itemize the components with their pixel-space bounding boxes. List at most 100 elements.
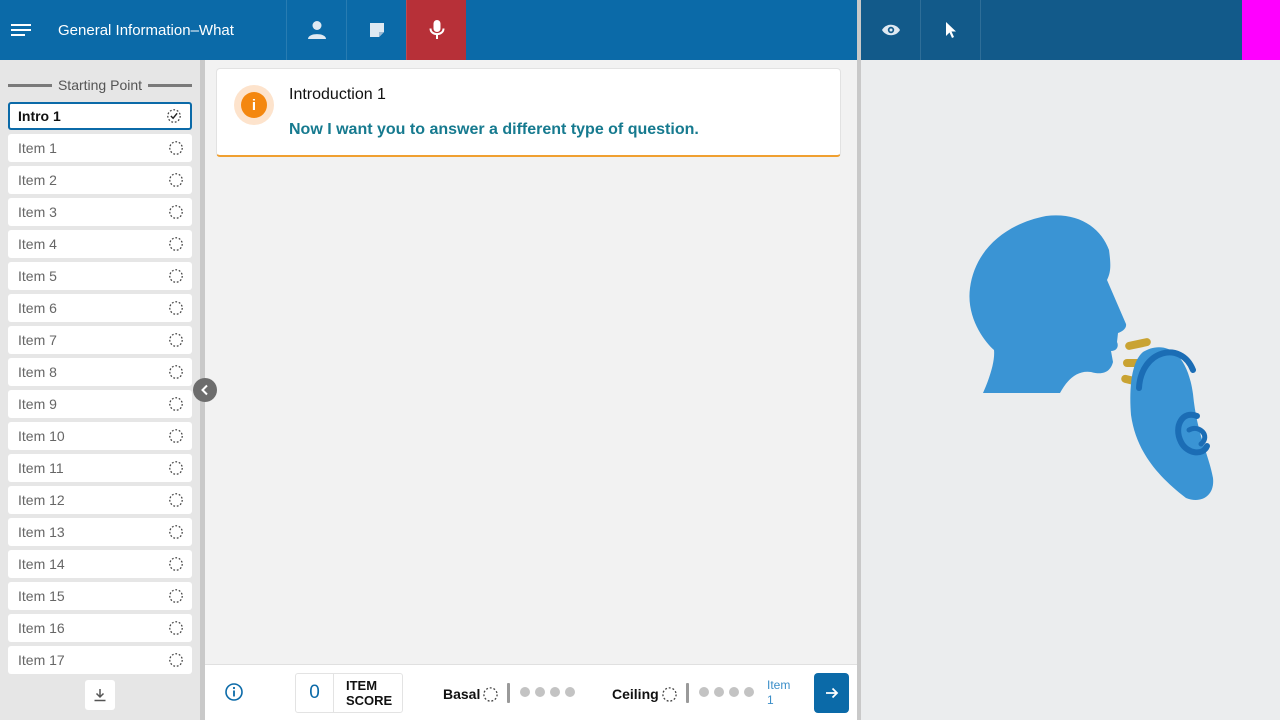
magenta-marker bbox=[1242, 0, 1280, 60]
dashed-circle-icon bbox=[169, 205, 183, 219]
ceiling-label: Ceiling bbox=[612, 686, 659, 702]
examinee-panel bbox=[861, 60, 1280, 720]
info-badge: i bbox=[234, 85, 274, 125]
notes-button[interactable] bbox=[346, 0, 406, 60]
ceiling-dot bbox=[714, 687, 724, 697]
dashed-circle-icon bbox=[169, 141, 183, 155]
menu-button[interactable] bbox=[0, 0, 44, 60]
section-label: Starting Point bbox=[57, 77, 143, 93]
sidebar-item[interactable]: Intro 1 bbox=[8, 102, 192, 130]
score-label-line1: ITEM bbox=[346, 678, 378, 693]
speaking-listening-illustration bbox=[969, 215, 1214, 500]
sidebar-item-label: Item 9 bbox=[18, 396, 57, 412]
dashed-circle-icon bbox=[169, 621, 183, 635]
dashed-circle-icon bbox=[169, 653, 183, 667]
ceiling-separator bbox=[686, 683, 689, 703]
ceiling-dot bbox=[729, 687, 739, 697]
head-icon bbox=[969, 215, 1127, 393]
bottom-bar: 0 ITEM SCORE Basal Ceiling Item 1 bbox=[205, 664, 857, 720]
sidebar-item[interactable]: Item 9 bbox=[8, 390, 192, 418]
dashed-circle-icon bbox=[169, 397, 183, 411]
basal-dot bbox=[535, 687, 545, 697]
dashed-circle-icon bbox=[483, 687, 498, 702]
next-item-label-line2: 1 bbox=[767, 693, 774, 707]
hamburger-icon bbox=[11, 24, 31, 36]
next-button[interactable] bbox=[814, 673, 849, 713]
record-button[interactable] bbox=[406, 0, 466, 60]
chevron-left-icon bbox=[201, 384, 208, 396]
sidebar-item-label: Item 6 bbox=[18, 300, 57, 316]
download-icon bbox=[94, 689, 106, 702]
score-label-line2: SCORE bbox=[346, 693, 393, 708]
dashed-circle-icon bbox=[169, 557, 183, 571]
sidebar-item-label: Item 4 bbox=[18, 236, 57, 252]
sidebar-item[interactable]: Item 5 bbox=[8, 262, 192, 290]
sidebar-item[interactable]: Item 2 bbox=[8, 166, 192, 194]
sidebar-item-label: Item 5 bbox=[18, 268, 57, 284]
download-button[interactable] bbox=[85, 680, 115, 710]
dashed-circle-icon bbox=[169, 365, 183, 379]
basal-dot bbox=[520, 687, 530, 697]
sidebar-item[interactable]: Item 6 bbox=[8, 294, 192, 322]
sidebar-item-label: Item 8 bbox=[18, 364, 57, 380]
sidebar-item[interactable]: Item 4 bbox=[8, 230, 192, 258]
sidebar-item[interactable]: Item 10 bbox=[8, 422, 192, 450]
pointer-button[interactable] bbox=[921, 0, 981, 60]
sidebar-item-label: Item 11 bbox=[18, 460, 64, 476]
collapse-sidebar-button[interactable] bbox=[193, 378, 217, 402]
dashed-circle-icon bbox=[169, 429, 183, 443]
card-title: Introduction 1 bbox=[289, 86, 386, 103]
basal-dot bbox=[550, 687, 560, 697]
dashed-circle-icon bbox=[169, 301, 183, 315]
item-score-label: ITEM SCORE bbox=[334, 678, 394, 708]
sidebar-item-label: Item 10 bbox=[18, 428, 65, 444]
divider-line bbox=[148, 83, 192, 87]
sidebar-item[interactable]: Item 3 bbox=[8, 198, 192, 226]
item-score-value: 0 bbox=[296, 674, 334, 712]
sidebar-item[interactable]: Item 14 bbox=[8, 550, 192, 578]
dashed-circle-icon bbox=[662, 687, 677, 702]
info-icon: i bbox=[241, 92, 267, 118]
arrow-right-icon bbox=[825, 687, 838, 699]
sidebar-item[interactable]: Item 7 bbox=[8, 326, 192, 354]
instruction-card: i Introduction 1 Now I want you to answe… bbox=[216, 68, 841, 157]
sidebar-item-label: Item 17 bbox=[18, 652, 65, 668]
basal-dots bbox=[520, 687, 575, 697]
dashed-circle-icon bbox=[169, 333, 183, 347]
top-bar: General Information–What bbox=[0, 0, 857, 60]
sidebar-item[interactable]: Item 8 bbox=[8, 358, 192, 386]
sidebar-item[interactable]: Item 17 bbox=[8, 646, 192, 674]
starting-point-label: Starting Point bbox=[8, 76, 192, 94]
eye-icon bbox=[881, 24, 900, 36]
next-item-label-line1: Item bbox=[767, 678, 791, 692]
dashed-circle-icon bbox=[169, 269, 183, 283]
ceiling-dot bbox=[744, 687, 754, 697]
sidebar-item-label: Item 16 bbox=[18, 620, 65, 636]
item-score-box[interactable]: 0 ITEM SCORE bbox=[295, 673, 403, 713]
examinee-button[interactable] bbox=[286, 0, 346, 60]
sidebar-item[interactable]: Item 16 bbox=[8, 614, 192, 642]
sticky-note-icon bbox=[369, 23, 384, 37]
ceiling-dots bbox=[699, 687, 754, 697]
person-icon bbox=[307, 21, 326, 39]
page-title: General Information–What bbox=[58, 21, 234, 39]
examinee-view-bar bbox=[861, 0, 1280, 60]
sidebar-item[interactable]: Item 1 bbox=[8, 134, 192, 162]
info-circle-icon[interactable] bbox=[224, 682, 244, 702]
sidebar-item[interactable]: Item 12 bbox=[8, 486, 192, 514]
sidebar-item-label: Item 1 bbox=[18, 140, 57, 156]
next-item-label: Item 1 bbox=[767, 678, 807, 708]
preview-button[interactable] bbox=[861, 0, 921, 60]
sidebar-item-label: Item 3 bbox=[18, 204, 57, 220]
main-content: i Introduction 1 Now I want you to answe… bbox=[205, 60, 857, 664]
sidebar-item[interactable]: Item 13 bbox=[8, 518, 192, 546]
sidebar-item[interactable]: Item 11 bbox=[8, 454, 192, 482]
sidebar-item-label: Intro 1 bbox=[18, 108, 61, 124]
sidebar-item-label: Item 7 bbox=[18, 332, 57, 348]
dashed-circle-icon bbox=[169, 461, 183, 475]
sidebar-item[interactable]: Item 15 bbox=[8, 582, 192, 610]
sidebar-item-label: Item 15 bbox=[18, 588, 65, 604]
sidebar-item-label: Item 2 bbox=[18, 172, 57, 188]
divider-line bbox=[8, 83, 52, 87]
basal-label: Basal bbox=[443, 686, 481, 702]
